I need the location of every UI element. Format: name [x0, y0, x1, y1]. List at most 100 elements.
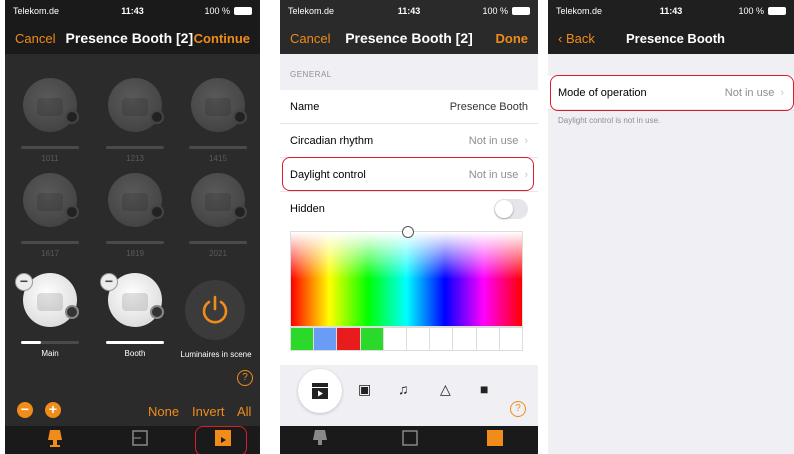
tab-luminaires[interactable] [35, 428, 75, 454]
select-invert-button[interactable]: Invert [192, 404, 225, 419]
highlight-mode-of-operation [550, 75, 794, 111]
color-swatch[interactable] [430, 328, 454, 350]
select-all-button[interactable]: All [237, 404, 251, 419]
row-label: Name [290, 100, 320, 113]
presence-sensor-icon [108, 78, 164, 132]
help-icon[interactable]: ? [510, 401, 526, 417]
battery-percent: 100 % [738, 6, 765, 16]
color-swatch[interactable] [291, 328, 315, 350]
screen-luminaire-selection: Telekom.de 11:43 100 % Cancel Presence B… [5, 0, 260, 454]
floorplan-icon [132, 430, 148, 446]
scene-clapper-icon [487, 430, 503, 446]
row-value: Presence Booth [449, 100, 528, 113]
back-label: Back [565, 30, 595, 46]
nav-bar: Cancel Presence Booth [2] Continue [5, 22, 260, 54]
luminaires-in-scene-button[interactable]: Luminaires in scene [175, 280, 260, 370]
back-button[interactable]: ‹ Back [558, 31, 618, 46]
level-bar [189, 241, 247, 244]
tab-rooms[interactable] [390, 428, 430, 454]
luminaires-in-scene-label: Luminaires in scene [180, 350, 252, 359]
color-swatch[interactable] [360, 328, 384, 350]
book-icon[interactable]: ■ [480, 381, 488, 397]
luminaire-label: 1617 [41, 249, 59, 258]
clapper-icon [312, 383, 328, 399]
tab-luminaires[interactable] [300, 428, 340, 454]
presence-sensor-icon [191, 173, 247, 227]
presence-sensor-icon [108, 173, 164, 227]
clock: 11:43 [397, 6, 421, 16]
luminaire-tile[interactable]: 1819 [100, 173, 170, 263]
color-swatch[interactable] [337, 328, 361, 350]
level-fill [21, 341, 42, 344]
luminaire-label: Booth [124, 349, 146, 358]
level-bar [21, 241, 79, 244]
cancel-button[interactable]: Cancel [290, 31, 340, 46]
done-button[interactable]: Done [478, 31, 529, 46]
highlight-daylight-control [282, 157, 534, 191]
page-title: Presence Booth [2] [345, 30, 473, 46]
row-label: Circadian rhythm [290, 134, 374, 147]
level-bar [21, 146, 79, 149]
plus-icon[interactable]: + [45, 402, 61, 418]
battery-icon [768, 7, 787, 15]
color-swatch[interactable] [383, 328, 408, 350]
clock: 11:43 [659, 6, 683, 16]
presence-sensor-icon [191, 78, 247, 132]
circadian-rhythm-row[interactable]: Circadian rhythm Not in use › [280, 124, 538, 158]
page-title: Presence Booth [2] [65, 30, 194, 46]
ceiling-lamp-icon[interactable]: △ [440, 381, 451, 398]
color-swatch[interactable] [476, 328, 500, 350]
lamp-icon [313, 430, 327, 445]
screen-scene-settings: Telekom.de 11:43 100 % Cancel Presence B… [280, 0, 538, 454]
luminaire-tile[interactable]: 1617 [15, 173, 85, 263]
luminaire-tile[interactable]: 1415 [183, 78, 253, 168]
color-spectrum[interactable] [290, 226, 523, 327]
highlight-scenes-tab [195, 426, 247, 454]
carrier-label: Telekom.de [13, 6, 60, 16]
name-row[interactable]: Name Presence Booth [280, 90, 538, 124]
page-title: Presence Booth [626, 30, 725, 46]
luminaire-tile-booth[interactable]: − Booth [100, 273, 170, 363]
color-swatch[interactable] [499, 328, 523, 350]
presentation-icon[interactable]: ▣ [358, 381, 371, 398]
luminaire-label: 1213 [126, 154, 144, 163]
minus-icon[interactable]: − [17, 402, 33, 418]
continue-button[interactable]: Continue [194, 31, 250, 46]
color-swatch[interactable] [407, 328, 431, 350]
level-fill [106, 341, 164, 344]
deselect-icon[interactable]: − [15, 273, 33, 291]
lamp-icon [48, 430, 62, 447]
row-label: Hidden [290, 202, 325, 215]
help-icon[interactable]: ? [237, 370, 253, 386]
section-header-general: GENERAL [290, 70, 332, 79]
luminaire-label: 1011 [41, 154, 59, 163]
battery-percent: 100 % [204, 6, 231, 16]
row-value: Not in use [468, 134, 519, 147]
spectrum-handle[interactable] [402, 226, 414, 238]
luminaire-tile[interactable]: 2021 [183, 173, 253, 263]
music-note-icon[interactable]: ♫ [398, 381, 409, 397]
level-bar [189, 146, 247, 149]
selected-scene-icon[interactable] [298, 369, 342, 413]
deselect-icon[interactable]: − [100, 273, 118, 291]
luminaire-tile-main[interactable]: − Main [15, 273, 85, 363]
color-swatch[interactable] [314, 328, 338, 350]
level-bar [106, 241, 164, 244]
hidden-toggle[interactable] [494, 198, 528, 219]
select-none-button[interactable]: None [148, 404, 179, 419]
tab-scenes[interactable] [475, 428, 515, 454]
level-bar [21, 341, 79, 344]
tab-rooms[interactable] [120, 428, 160, 454]
luminaire-tile[interactable]: 1011 [15, 78, 85, 168]
luminaire-label: 1819 [126, 249, 144, 258]
color-swatch[interactable] [453, 328, 477, 350]
battery-indicator: 100 % [172, 6, 253, 16]
luminaire-tile[interactable]: 1213 [100, 78, 170, 168]
luminaire-label: 1415 [209, 154, 227, 163]
battery-icon [512, 7, 531, 15]
nav-bar: ‹ Back Presence Booth [548, 22, 794, 54]
scene-icon-row: ▣ ♫ △ ■ ? [280, 365, 538, 420]
cancel-button[interactable]: Cancel [15, 31, 65, 46]
carrier-label: Telekom.de [288, 6, 335, 16]
battery-icon [234, 7, 253, 15]
